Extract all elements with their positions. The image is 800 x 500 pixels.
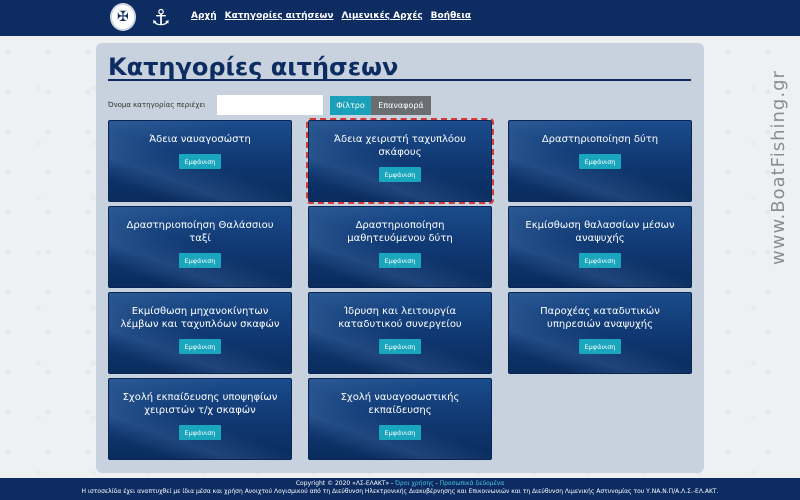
nav-port-authorities[interactable]: Λιμενικές Αρχές [342,11,423,21]
show-button[interactable]: Εμφάνιση [579,339,621,354]
category-card-dive-center[interactable]: Ίδρυση και λειτουργία καταδυτικού συνεργ… [308,292,492,374]
category-card-dive-services[interactable]: Παροχέας καταδυτικών υπηρεσιών αναψυχής … [508,292,692,374]
footer-separator: - [435,480,438,487]
show-button[interactable]: Εμφάνιση [179,154,221,169]
page-title: Κατηγορίες αιτήσεων [108,53,399,81]
reset-button[interactable]: Επαναφορά [371,96,431,115]
top-navbar: ✠ ⚓ Αρχή Κατηγορίες αιτήσεων Λιμενικές Α… [0,0,800,36]
footer-copyright: Copyright © 2020 «ΛΣ-ΕΛΑΚΤ» - [295,480,394,487]
show-button[interactable]: Εμφάνιση [379,339,421,354]
category-card-apprentice-diver[interactable]: Δραστηριοποίηση μαθητευόμενου δύτη Εμφάν… [308,206,492,288]
filter-label: Όνομα κατηγορίας περιέχει [108,101,206,109]
category-card-recreational-rental[interactable]: Εκμίσθωση θαλασσίων μέσων αναψυχής Εμφάν… [508,206,692,288]
card-title: Παροχέας καταδυτικών υπηρεσιών αναψυχής [540,306,660,330]
card-title: Εκμίσθωση μηχανοκίνητων λέμβων και ταχυπ… [120,306,280,330]
show-button[interactable]: Εμφάνιση [179,253,221,268]
card-title: Σχολή ναυαγοσωστικής εκπαίδευσης [340,392,460,416]
category-card-speedboat-license[interactable]: Άδεια χειριστή ταχυπλόου σκάφους Εμφάνισ… [306,118,494,204]
card-title: Δραστηριοποίηση δύτη [541,134,659,145]
show-button[interactable]: Εμφάνιση [179,425,221,440]
category-card-boat-school[interactable]: Σχολή εκπαίδευσης υποψηφίων χειριστών τ/… [108,378,292,460]
card-title: Άδεια χειριστή ταχυπλόου σκάφους [334,134,466,158]
show-button[interactable]: Εμφάνιση [579,253,621,268]
card-title: Ίδρυση και λειτουργία καταδυτικού συνεργ… [338,306,462,330]
footer: Copyright © 2020 «ΛΣ-ΕΛΑΚΤ» - Όροι χρήση… [0,478,800,500]
title-divider [108,79,691,81]
category-filter-input[interactable] [217,95,323,115]
category-card-boat-rental[interactable]: Εκμίσθωση μηχανοκίνητων λέμβων και ταχυπ… [108,292,292,374]
show-button[interactable]: Εμφάνιση [579,154,621,169]
footer-line-1: Copyright © 2020 «ΛΣ-ΕΛΑΚΤ» - Όροι χρήση… [0,480,800,488]
card-title: Δραστηριοποίηση Θαλάσσιου ταξί [126,220,274,244]
show-button[interactable]: Εμφάνιση [379,167,421,182]
terms-link[interactable]: Όροι χρήσης [395,480,434,487]
card-title: Άδεια ναυαγοσώστη [149,134,251,145]
card-title: Δραστηριοποίηση μαθητευόμενου δύτη [347,220,453,244]
card-title: Σχολή εκπαίδευσης υποψηφίων χειριστών τ/… [122,392,278,416]
card-title: Εκμίσθωση θαλασσίων μέσων αναψυχής [525,220,675,244]
coast-guard-anchor-icon[interactable]: ⚓ [146,4,176,32]
nav-help[interactable]: Βοήθεια [431,11,471,21]
category-card-sea-taxi[interactable]: Δραστηριοποίηση Θαλάσσιου ταξί Εμφάνιση [108,206,292,288]
greek-coat-of-arms-icon[interactable]: ✠ [110,3,136,31]
category-card-lifeguard-school[interactable]: Σχολή ναυαγοσωστικής εκπαίδευσης Εμφάνισ… [308,378,492,460]
show-button[interactable]: Εμφάνιση [379,253,421,268]
privacy-link[interactable]: Προσωπικά δεδομένα [440,480,504,487]
category-card-diver-activity[interactable]: Δραστηριοποίηση δύτη Εμφάνιση [508,120,692,202]
show-button[interactable]: Εμφάνιση [179,339,221,354]
nav-home[interactable]: Αρχή [191,11,217,21]
filter-button[interactable]: Φίλτρο [330,96,371,115]
category-card-lifeguard-license[interactable]: Άδεια ναυαγοσώστη Εμφάνιση [108,120,292,202]
show-button[interactable]: Εμφάνιση [379,425,421,440]
site-watermark: www.BoatFishing.gr [768,70,789,265]
footer-line-2: Η ιστοσελίδα έχει αναπτυχθεί με ίδια μέσ… [81,488,719,495]
nav-application-categories[interactable]: Κατηγορίες αιτήσεων [225,11,334,21]
main-nav: Αρχή Κατηγορίες αιτήσεων Λιμενικές Αρχές… [191,11,471,21]
